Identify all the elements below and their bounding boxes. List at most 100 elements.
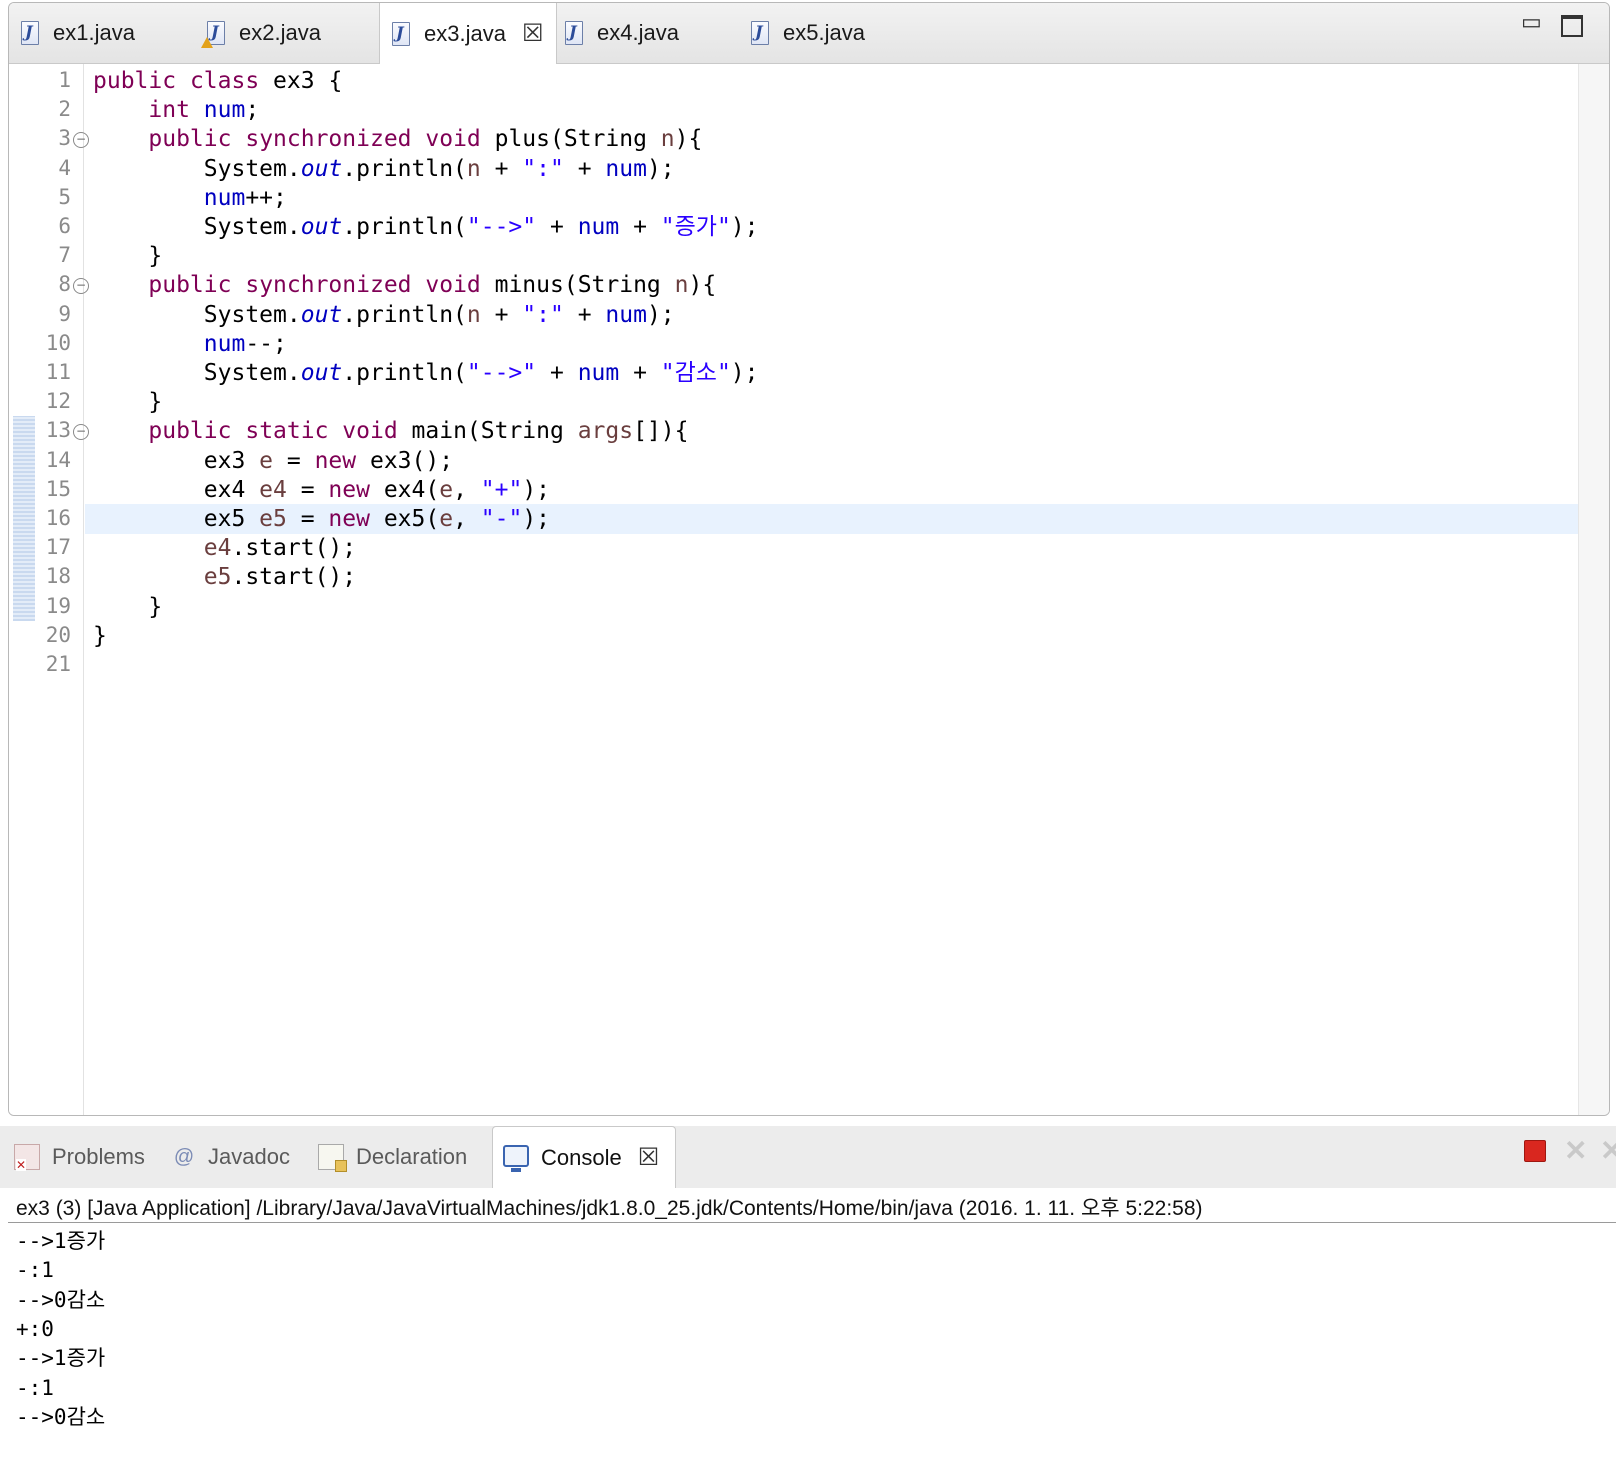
code-token: new [314, 447, 357, 474]
code-token: = [286, 506, 329, 532]
code-line[interactable]: public synchronized void minus(String n)… [93, 270, 716, 300]
code-line[interactable]: e5.start(); [93, 562, 356, 592]
code-token: new [328, 476, 370, 503]
code-token: ); [730, 360, 759, 386]
line-number: 13− [46, 418, 89, 442]
code-token: } [93, 593, 163, 620]
code-token: .println( [342, 214, 467, 240]
code-line[interactable]: int num; [93, 95, 259, 125]
java-file-icon [21, 21, 39, 45]
code-line[interactable]: } [93, 241, 162, 271]
divider [8, 1222, 1616, 1223]
line-number: 6 [58, 214, 71, 238]
remove-all-terminated-icon[interactable]: ✕ [1600, 1134, 1616, 1167]
tab-javadoc[interactable]: @ Javadoc [172, 1126, 300, 1188]
line-number: 4 [58, 155, 71, 180]
code-token: []){ [633, 418, 689, 445]
console-process-label: ex3 (3) [Java Application] /Library/Java… [16, 1197, 1203, 1220]
remove-launch-icon[interactable]: ✕ [1564, 1134, 1587, 1167]
line-number: 14 [45, 447, 71, 472]
tab-problems[interactable]: Problems [14, 1126, 160, 1188]
terminate-button[interactable] [1524, 1140, 1546, 1162]
code-token: class [189, 68, 260, 94]
close-tab-icon[interactable]: ☒ [638, 1143, 660, 1172]
code-token: ; [245, 97, 260, 124]
code-token: num [605, 155, 647, 182]
tab-ex4[interactable]: ex4.java [565, 3, 741, 63]
code-line[interactable]: num++; [93, 183, 287, 213]
code-token: plus(String [480, 126, 661, 153]
tab-declaration[interactable]: Declaration [318, 1126, 482, 1188]
code-token: ){ [674, 126, 703, 153]
code-line[interactable]: public static void main(String args[]){ [93, 416, 688, 446]
tab-ex5[interactable]: ex5.java [751, 3, 927, 63]
code-token: num [203, 184, 246, 211]
code-token: ){ [688, 272, 717, 299]
code-token: num [203, 330, 246, 357]
code-token: .println( [342, 155, 467, 182]
code-token: out [300, 360, 343, 386]
code-line[interactable]: num--; [93, 329, 287, 359]
java-file-warning-icon [201, 21, 225, 48]
code-line[interactable]: } [93, 621, 107, 651]
code-line[interactable]: System.out.println("-->" + num + "증가"); [93, 212, 759, 242]
console-output-line: +:0 [16, 1316, 54, 1341]
code-token: ); [522, 476, 551, 503]
code-token: + [480, 301, 523, 328]
code-line[interactable]: ex5 e5 = new ex5(e, "-"); [93, 504, 550, 534]
annotation-ruler[interactable] [9, 64, 35, 1115]
code-token: "+" [480, 476, 523, 503]
code-token: void [342, 418, 398, 445]
code-token: ex4 [93, 476, 260, 503]
code-token: .start(); [231, 564, 357, 591]
code-token: out [300, 301, 343, 328]
minimize-button[interactable]: ▭ [1521, 9, 1542, 35]
line-number: 16 [45, 506, 71, 530]
tab-label: Problems [52, 1144, 145, 1169]
code-line[interactable]: System.out.println(n + ":" + num); [93, 300, 675, 330]
line-number-ruler: 1 2 3−4 5 6 7 8−9 10 11 12 13−14 15 16 17 18 19 20 21 [35, 64, 89, 1115]
close-tab-icon[interactable]: ☒ [522, 19, 544, 48]
code-token: "감소" [660, 360, 731, 386]
code-token: "증가" [660, 214, 731, 240]
line-number: 20 [45, 622, 71, 647]
code-line[interactable]: ex3 e = new ex3(); [93, 446, 453, 476]
code-line[interactable]: public synchronized void plus(String n){ [93, 124, 702, 154]
code-token: static [245, 418, 329, 445]
code-token: num [605, 301, 647, 328]
vertical-scrollbar[interactable] [1578, 64, 1609, 1115]
tab-ex3[interactable]: ex3.java ☒ [379, 3, 557, 64]
code-token: } [93, 389, 163, 416]
maximize-button[interactable] [1561, 15, 1583, 43]
code-line[interactable]: System.out.println("-->" + num + "감소"); [93, 358, 759, 388]
code-line[interactable]: System.out.println(n + ":" + num); [93, 154, 675, 184]
code-token: = [286, 476, 329, 503]
code-line[interactable]: public class ex3 { [93, 66, 342, 96]
code-line[interactable]: } [93, 387, 162, 417]
line-number: 1 [58, 68, 71, 92]
code-token: public [148, 126, 232, 153]
tab-ex2[interactable]: ex2.java [201, 3, 377, 63]
code-token: ":" [522, 301, 564, 328]
code-line[interactable]: ex4 e4 = new ex4(e, "+"); [93, 475, 550, 505]
view-tab-bar: Problems @ Javadoc Declaration Console ☒… [0, 1126, 1616, 1188]
code-text-area[interactable]: public class ex3 { int num; public synch… [85, 64, 1579, 1115]
code-token: "-->" [466, 214, 537, 240]
code-token: ex5( [369, 506, 440, 532]
code-token: ex3 { [259, 68, 343, 94]
code-token: minus(String [480, 272, 675, 299]
tab-label: Javadoc [208, 1144, 290, 1169]
code-line[interactable]: } [93, 592, 162, 622]
tab-console[interactable]: Console ☒ [492, 1126, 676, 1188]
code-line[interactable]: e4.start(); [93, 533, 356, 563]
code-token: System. [93, 360, 301, 386]
line-number: 17 [45, 535, 71, 560]
line-number: 11 [45, 360, 71, 384]
tab-ex1[interactable]: ex1.java [21, 3, 197, 63]
